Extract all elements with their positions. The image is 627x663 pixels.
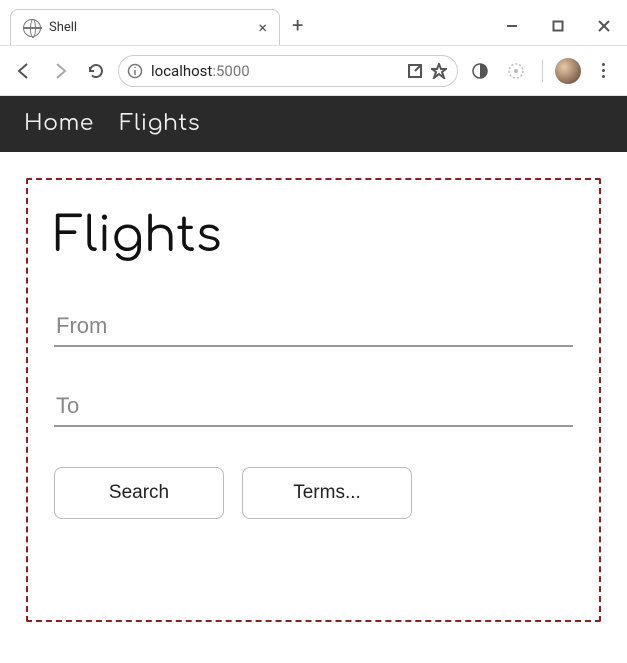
forward-button[interactable] <box>46 57 74 85</box>
terms-button[interactable]: Terms... <box>242 467 412 519</box>
toolbar-divider <box>542 60 543 82</box>
tab-title: Shell <box>49 20 250 35</box>
reload-button[interactable] <box>82 57 110 85</box>
url-text: localhost:5000 <box>151 62 399 80</box>
page-container: Flights Search Terms... <box>26 178 601 622</box>
page-title: Flights <box>54 210 573 263</box>
bookmark-star-icon[interactable] <box>431 63 447 79</box>
nav-flights[interactable]: Flights <box>120 112 200 136</box>
globe-icon <box>23 19 41 37</box>
open-external-icon[interactable] <box>407 63 423 79</box>
address-bar[interactable]: localhost:5000 <box>118 55 458 87</box>
back-button[interactable] <box>10 57 38 85</box>
close-tab-icon[interactable]: × <box>258 18 267 37</box>
to-input[interactable] <box>54 387 573 427</box>
extension-icon[interactable] <box>502 57 530 85</box>
window-maximize-button[interactable] <box>535 7 581 45</box>
search-button[interactable]: Search <box>54 467 224 519</box>
profile-avatar[interactable] <box>555 58 581 84</box>
nav-home[interactable]: Home <box>24 112 94 136</box>
from-input[interactable] <box>54 307 573 347</box>
window-minimize-button[interactable] <box>489 7 535 45</box>
info-icon <box>127 63 143 79</box>
menu-button[interactable] <box>589 57 617 85</box>
new-tab-button[interactable]: + <box>292 13 303 45</box>
browser-tab[interactable]: Shell × <box>10 9 280 45</box>
main-nav: Home Flights <box>0 96 627 152</box>
window-close-button[interactable] <box>581 7 627 45</box>
reader-icon[interactable] <box>466 57 494 85</box>
